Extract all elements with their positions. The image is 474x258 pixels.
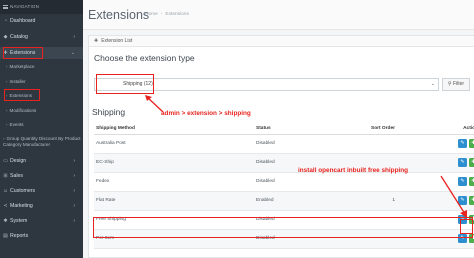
highlight-extensions-menu (3, 47, 43, 59)
user-icon: ☺ (3, 188, 9, 194)
sidebar-item-marketing[interactable]: ≺ Marketing › (0, 203, 83, 209)
main-content: Extensions Home › Extensions ✚ Extension Li… (83, 0, 474, 258)
install-button[interactable]: ✚ (469, 139, 474, 148)
chevron-down-icon: ⌄ (70, 50, 75, 56)
col-action: Action (399, 124, 474, 135)
page-title: Extensions (88, 8, 150, 22)
breadcrumb-extensions[interactable]: Extensions (165, 12, 188, 17)
cell-method: Flat Rate (94, 191, 254, 211)
chevron-right-icon: › (73, 158, 75, 164)
sidebar-item-design[interactable]: ▭ Design › (0, 158, 83, 164)
panel-heading: ✚ Extension List (89, 36, 474, 47)
filter-button[interactable]: ⚲ Filter (442, 78, 470, 91)
sidebar-sub-installer[interactable]: › Installer (0, 79, 83, 84)
annotation-arrow-path (145, 95, 164, 113)
pencil-icon: ✎ (460, 140, 465, 146)
chart-icon: ▤ (3, 233, 8, 239)
table-row: Australia Post Disabled ✎ ✚ (94, 134, 474, 154)
sidebar-item-catalog[interactable]: ◆ Catalog › (0, 34, 83, 40)
sidebar-item-sales[interactable]: ⊞ Sales › (0, 173, 83, 179)
chevron-right-icon: › (73, 188, 75, 194)
sidebar-item-reports[interactable]: ▤ Reports (0, 233, 83, 239)
navigation-header: NAVIGATION (0, 0, 83, 14)
breadcrumb: Home › Extensions (145, 12, 189, 17)
chevron-down-icon: ⌄ (430, 81, 435, 87)
puzzle-icon: ✚ (94, 38, 99, 44)
share-icon: ≺ (3, 203, 8, 209)
edit-button[interactable]: ✎ (458, 139, 467, 148)
chevron-right-icon: › (73, 173, 75, 179)
highlight-select (96, 74, 154, 94)
sidebar-sub-modifications[interactable]: › Modifications (0, 108, 83, 113)
sidebar-sub-marketplace[interactable]: › Marketplace (0, 64, 83, 69)
menu-bars-icon (3, 4, 8, 9)
table-row: EC-Ship Disabled ✎ ✚ (94, 153, 474, 173)
cell-actions: ✎ ✚ (399, 153, 474, 173)
cell-status: Disabled (254, 172, 339, 192)
tag-icon: ◆ (3, 34, 8, 40)
extension-list-panel: ✚ Extension List Choose the extension typ… (88, 35, 474, 258)
col-sort-order[interactable]: Sort Order (339, 124, 399, 135)
sidebar-sub-group-discount[interactable]: › Group Quantity Discount By Product Cate… (0, 136, 82, 148)
table-row: Fedex Disabled ✎ ✚ (94, 172, 474, 192)
sidebar-sub-events[interactable]: › Events (0, 122, 83, 127)
chevron-right-icon: › (73, 203, 75, 209)
annotation-path: admin > extension > shipping (161, 110, 251, 117)
edit-button[interactable]: ✎ (458, 158, 467, 167)
table-row: Flat Rate Enabled 1 ✎ ✚ (94, 191, 474, 211)
table-header-row: Shipping Method Status Sort Order Action (94, 124, 474, 135)
annotation-install: install opencart inbuilt free shipping (298, 167, 409, 174)
cart-icon: ⊞ (3, 173, 8, 179)
chevron-right-icon: › (73, 218, 75, 224)
cell-sort (339, 172, 399, 192)
pencil-icon: ✎ (460, 159, 465, 165)
choose-type-title: Choose the extension type (94, 53, 195, 63)
cell-method: Fedex (94, 172, 254, 192)
cell-actions: ✎ ✚ (399, 134, 474, 154)
sidebar-item-customers[interactable]: ☺ Customers › (0, 188, 83, 194)
install-button[interactable]: ✚ (469, 158, 474, 167)
cell-sort (339, 134, 399, 154)
chevron-right-icon: › (73, 34, 75, 40)
dashboard-icon: ◔ (3, 18, 8, 24)
col-status: Status (254, 124, 339, 135)
breadcrumb-home[interactable]: Home (145, 12, 158, 17)
sidebar: NAVIGATION ◔ Dashboard ◆ Catalog › ✚ Extensi… (0, 0, 83, 258)
cell-method: EC-Ship (94, 153, 254, 173)
cell-status: Enabled (254, 191, 339, 211)
cell-sort: 1 (339, 191, 399, 211)
sidebar-item-dashboard[interactable]: ◔ Dashboard (0, 18, 83, 24)
highlight-free-shipping-row (93, 217, 473, 238)
col-shipping-method[interactable]: Shipping Method (94, 124, 254, 135)
highlight-extensions-submenu (4, 89, 40, 101)
filter-icon: ⚲ (447, 81, 452, 87)
desktop-icon: ▭ (3, 158, 8, 164)
cog-icon: ✱ (3, 218, 8, 224)
cell-method: Australia Post (94, 134, 254, 154)
annotation-arrow-install (440, 175, 467, 218)
cell-status: Disabled (254, 134, 339, 154)
shipping-section-title: Shipping (92, 107, 126, 117)
page-header: Extensions Home › Extensions (83, 0, 474, 30)
sidebar-item-system[interactable]: ✱ System › (0, 218, 83, 224)
